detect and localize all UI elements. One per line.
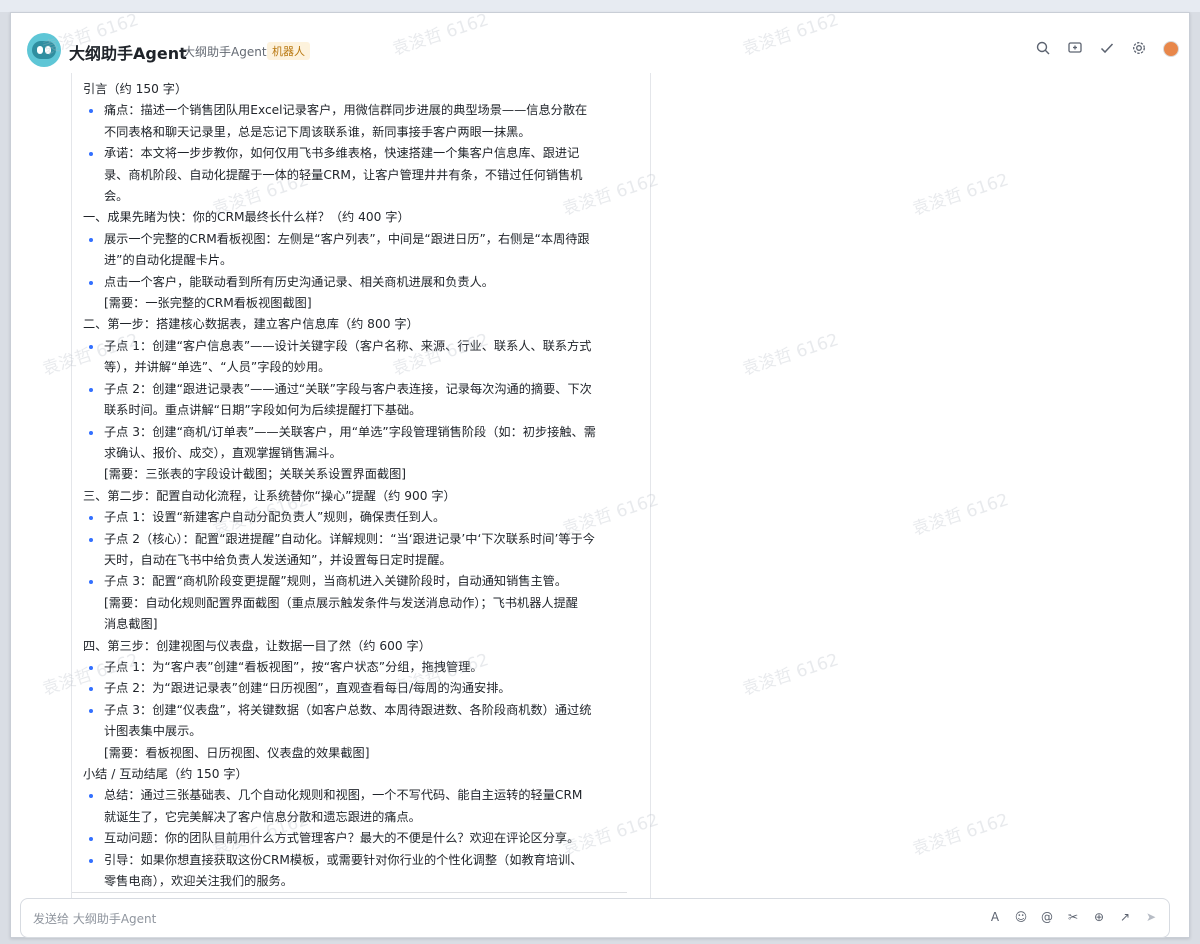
settings-icon[interactable] [1131, 41, 1147, 57]
outline-continuation: 不同表格和聊天记录里，总是忘记下周该联系谁，新同事接手客户两眼一抹黑。 [104, 124, 531, 139]
outline-continuation: 就诞生了，它完美解决了客户信息分散和遗忘跟进的痛点。 [104, 809, 421, 824]
outline-continuation: 计图表集中展示。 [104, 724, 202, 739]
outline-continuation: 进”的自动化提醒卡片。 [104, 253, 233, 268]
outline-section-heading: 引言（约 150 字） [83, 82, 188, 96]
outline-bullet: 总结：通过三张基础表、几个自动化规则和视图，一个不写代码、能自主运转的轻量CRM [83, 785, 650, 806]
outline-bullet: 子点 2（核心）：配置“跟进提醒”自动化。详解规则：“当‘跟进记录’中‘下次联系… [83, 529, 650, 550]
emoji-icon[interactable]: ☺ [1013, 909, 1029, 925]
send-icon[interactable]: ➤ [1143, 909, 1159, 925]
bot-avatar[interactable] [27, 33, 61, 67]
outline-bullet: 子点 3：创建“仪表盘”，将关键数据（如客户总数、本周待跟进数、各阶段商机数）通… [83, 700, 650, 721]
expand-icon[interactable]: ↗ [1117, 909, 1133, 925]
add-icon[interactable]: ⊕ [1091, 909, 1107, 925]
outline-continuation: 天时，自动在飞书中给负责人发送通知”，并设置每日定时提醒。 [104, 552, 452, 567]
font-icon[interactable]: A [987, 909, 1003, 925]
outline-section-heading: 三、第二步：配置自动化流程，让系统替你“操心”提醒（约 900 字） [83, 488, 456, 503]
top-strip [0, 0, 1200, 12]
scissors-icon[interactable]: ✂ [1065, 909, 1081, 925]
outline-bullet: 互动问题：你的团队目前用什么方式管理客户？最大的不便是什么？欢迎在评论区分享。 [83, 828, 650, 849]
message-content: 引言（约 150 字） 痛点：描述一个销售团队用Excel记录客户，用微信群同步进… [71, 73, 651, 915]
outline-screenshot-note: [需要：三张表的字段设计截图；关联关系设置界面截图] [104, 467, 407, 482]
outline-continuation: 联系时间。重点讲解“日期”字段如何为后续提醒打下基础。 [104, 403, 422, 418]
chat-header: 大纲助手Agent 大纲助手Agent 机器人 [11, 13, 1189, 81]
outline-bullet: 子点 1：设置“新建客户自动分配负责人”规则，确保责任到人。 [83, 507, 650, 528]
bot-badge: 机器人 [267, 42, 310, 60]
outline-continuation: 等），并讲解“单选”、“人员”字段的妙用。 [104, 360, 331, 375]
chat-title[interactable]: 大纲助手Agent [69, 40, 187, 64]
search-icon[interactable] [1035, 41, 1051, 57]
outline-screenshot-note: [需要：自动化规则配置界面截图（重点展示触发条件与发送消息动作）；飞书机器人提醒 [104, 595, 578, 610]
message-input-bar[interactable]: 发送给 大纲助手Agent A ☺ @ ✂ ⊕ ↗ ➤ [20, 898, 1170, 938]
chat-subtitle: 大纲助手Agent [183, 45, 267, 59]
outline-bullet: 子点 1：创建“客户信息表”——设计关键字段（客户名称、来源、行业、联系人、联系… [83, 336, 650, 357]
input-tools: A ☺ @ ✂ ⊕ ↗ ➤ [987, 909, 1159, 925]
outline-bullet: 子点 3：配置“商机阶段变更提醒”规则，当商机进入关键阶段时，自动通知销售主管。 [83, 571, 650, 592]
outline-continuation: 消息截图] [104, 617, 158, 632]
outline-screenshot-note: [需要：一张完整的CRM看板视图截图] [104, 296, 312, 311]
outline-bullet: 子点 2：为“跟进记录表”创建“日历视图”，直观查看每日/每周的沟通安排。 [83, 678, 650, 699]
outline-bullet: 痛点：描述一个销售团队用Excel记录客户，用微信群同步进展的典型场景——信息分… [83, 100, 650, 121]
at-icon[interactable]: @ [1039, 909, 1055, 925]
screen-share-icon[interactable] [1067, 41, 1083, 57]
outline-bullet: 展示一个完整的CRM看板视图：左侧是“客户列表”，中间是“跟进日历”，右侧是“本… [83, 229, 650, 250]
outline-continuation: 零售电商），欢迎关注我们的服务。 [104, 874, 293, 889]
check-icon[interactable] [1099, 41, 1115, 57]
outline-bullet: 子点 3：创建“商机/订单表”——关联客户，用“单选”字段管理销售阶段（如：初步… [83, 422, 650, 443]
message-input[interactable]: 发送给 大纲助手Agent [33, 910, 156, 927]
message-divider [72, 892, 627, 893]
outline-bullet: 承诺：本文将一步步教你，如何仅用飞书多维表格，快速搭建一个集客户信息库、跟进记 [83, 143, 650, 164]
outline-continuation: 求确认、报价、成交），直观掌握销售漏斗。 [104, 445, 342, 460]
outline-section-heading: 四、第三步：创建视图与仪表盘，让数据一目了然（约 600 字） [83, 638, 431, 653]
outline-continuation: 会。 [104, 189, 129, 204]
outline-section-heading: 一、成果先睹为快：你的CRM最终长什么样？（约 400 字） [83, 210, 410, 225]
outline-bullet: 子点 1：为“客户表”创建“看板视图”，按“客户状态”分组，拖拽管理。 [83, 657, 650, 678]
user-avatar[interactable] [1163, 41, 1179, 57]
outline-bullet: 子点 2：创建“跟进记录表”——通过“关联”字段与客户表连接，记录每次沟通的摘要… [83, 379, 650, 400]
outline-section-heading: 小结 / 互动结尾（约 150 字） [83, 767, 248, 781]
header-actions [1035, 41, 1179, 57]
chat-window: 大纲助手Agent 大纲助手Agent 机器人 引言（约 150 字） 痛点：描述… [10, 12, 1190, 938]
outline-bullet: 引导：如果你想直接获取这份CRM模板，或需要针对你行业的个性化调整（如教育培训、 [83, 850, 650, 871]
outline-section-heading: 二、第一步：搭建核心数据表，建立客户信息库（约 800 字） [83, 317, 419, 332]
outline-bullet: 点击一个客户，能联动看到所有历史沟通记录、相关商机进展和负责人。 [83, 272, 650, 293]
outline-screenshot-note: [需要：看板视图、日历视图、仪表盘的效果截图] [104, 745, 370, 760]
outline-continuation: 录、商机阶段、自动化提醒于一体的轻量CRM，让客户管理井井有条，不错过任何销售机 [104, 167, 583, 182]
